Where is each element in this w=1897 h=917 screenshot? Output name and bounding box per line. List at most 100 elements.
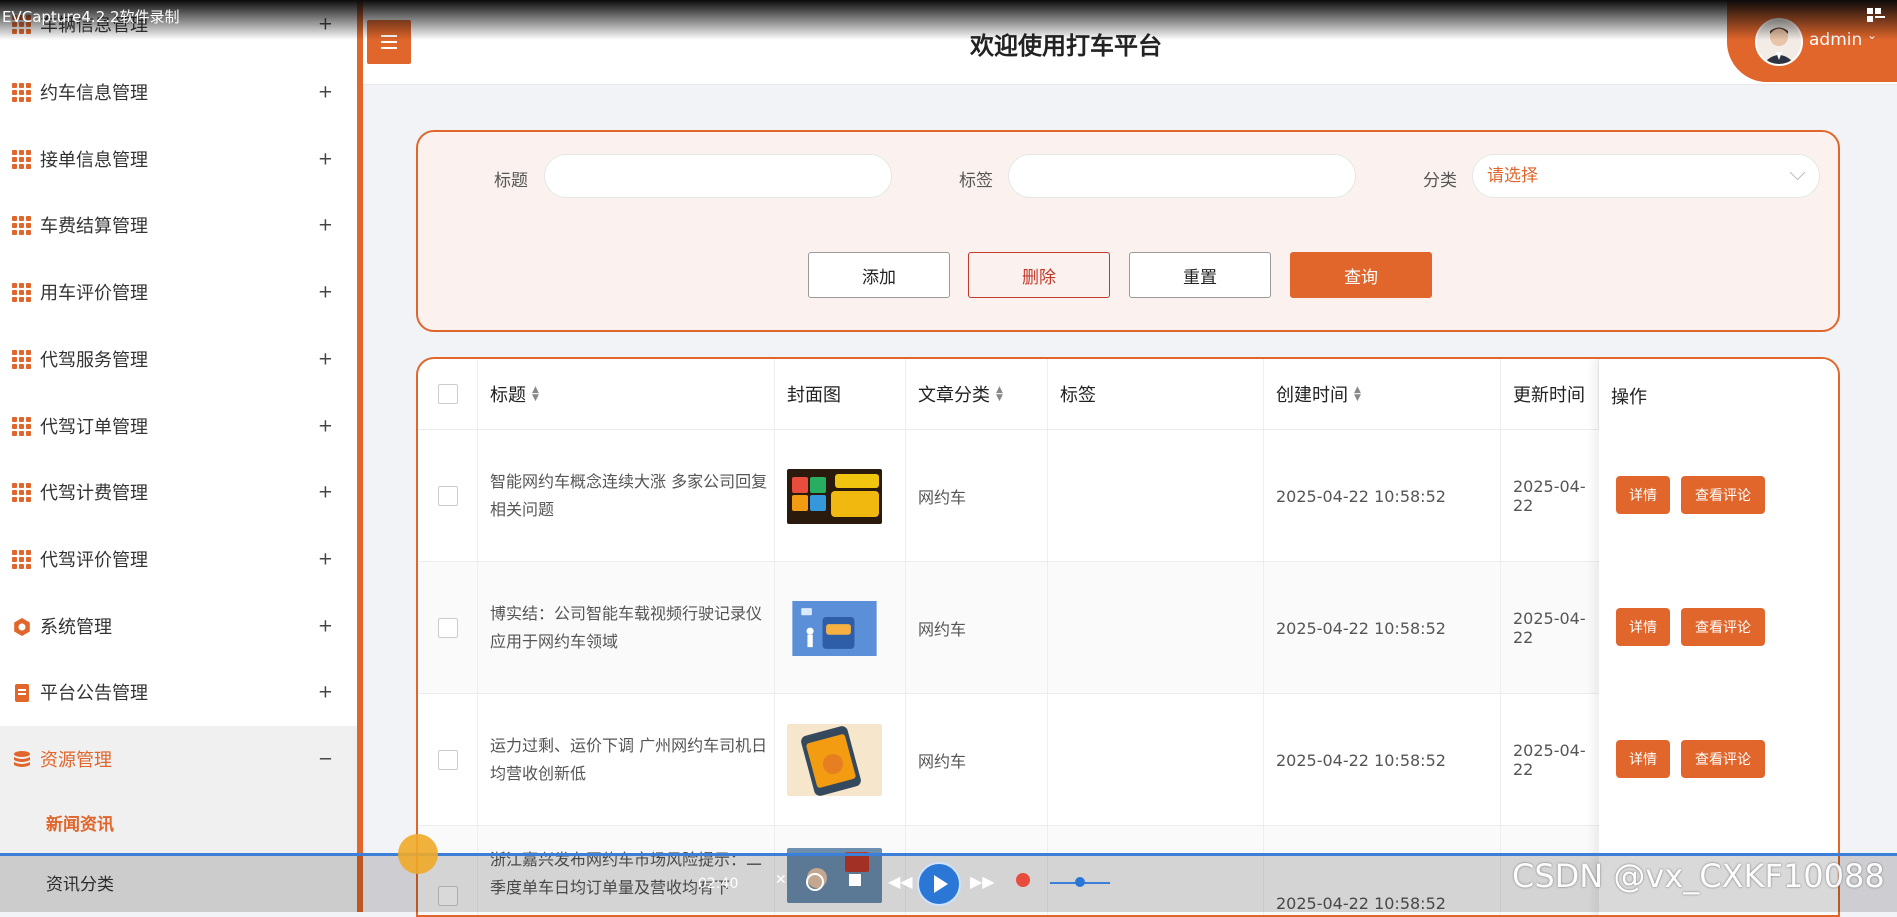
sidebar-item-ride-review[interactable]: 用车评价管理 + — [0, 259, 357, 325]
tag-cell — [1048, 430, 1264, 562]
stop-icon[interactable] — [849, 874, 861, 886]
column-label: 创建时间 — [1276, 385, 1348, 406]
column-header-cover: 封面图 — [775, 359, 906, 429]
delete-button[interactable]: 删除 — [968, 252, 1110, 298]
expand-icon[interactable]: + — [318, 215, 333, 236]
created-cell: 2025-04-22 10:58:52 — [1264, 562, 1501, 694]
tag-search-input[interactable] — [1008, 154, 1356, 198]
cover-cell — [775, 694, 906, 826]
volume-knob[interactable] — [1075, 877, 1085, 887]
sidebar-item-driver-pricing[interactable]: 代驾计费管理 + — [0, 459, 357, 525]
expand-icon[interactable]: + — [318, 416, 333, 437]
fast-forward-icon[interactable]: ▶▶ — [970, 872, 995, 891]
expand-icon[interactable]: + — [318, 616, 333, 637]
sidebar-item-label: 用车评价管理 — [40, 283, 148, 304]
document-icon — [12, 683, 32, 702]
sidebar-item-label: 约车信息管理 — [40, 83, 148, 104]
category-select[interactable]: 请选择 — [1472, 154, 1820, 198]
page-title: 欢迎使用打车平台 — [970, 32, 1162, 60]
row-checkbox[interactable] — [437, 750, 458, 770]
article-title: 博实结：公司智能车载视频行驶记录仪应用于网约车领域 — [490, 604, 763, 651]
updated-cell: 2025-04-22 — [1513, 609, 1586, 647]
sidebar-item-label: 代驾订单管理 — [40, 417, 148, 438]
sort-icon[interactable]: ▲ ▼ — [996, 386, 1003, 403]
grid-icon — [12, 216, 32, 235]
category-filter-label: 分类 — [1423, 171, 1457, 191]
chevron-down-icon — [1789, 164, 1806, 181]
submenu-item-news[interactable]: 新闻资讯 — [0, 792, 357, 852]
view-comments-button[interactable]: 查看评论 — [1681, 740, 1765, 778]
sidebar-item-label: 代驾计费管理 — [40, 483, 148, 504]
sidebar-item-fare-settlement[interactable]: 车费结算管理 + — [0, 192, 357, 258]
grid-icon — [12, 550, 32, 569]
detail-button[interactable]: 详情 — [1616, 740, 1670, 778]
expand-icon[interactable]: + — [318, 482, 333, 503]
column-header-created[interactable]: 创建时间 ▲ ▼ — [1264, 359, 1501, 429]
detail-button[interactable]: 详情 — [1616, 608, 1670, 646]
column-header-title[interactable]: 标题 ▲ ▼ — [478, 359, 775, 429]
reset-button[interactable]: 重置 — [1129, 252, 1271, 298]
category-select-value: 请选择 — [1487, 166, 1538, 186]
sort-icon[interactable]: ▲ ▼ — [532, 386, 539, 403]
add-button[interactable]: 添加 — [808, 252, 950, 298]
column-header-updated[interactable]: 更新时间 — [1501, 359, 1599, 429]
view-comments-button[interactable]: 查看评论 — [1681, 476, 1765, 514]
search-panel: 标题 标签 分类 请选择 添加 删除 重置 查询 — [416, 130, 1840, 332]
expand-icon[interactable]: + — [318, 682, 333, 703]
select-all-checkbox[interactable] — [437, 384, 458, 404]
menu-toggle-button[interactable] — [367, 20, 411, 64]
gear-icon — [12, 617, 32, 636]
grid-icon — [12, 283, 32, 302]
updated-cell: 2025-04-22 — [1513, 477, 1586, 515]
expand-icon[interactable]: + — [318, 282, 333, 303]
column-header-tag: 标签 — [1048, 359, 1264, 429]
grid-icon — [12, 83, 32, 102]
tag-cell — [1048, 562, 1264, 694]
timer-icon[interactable] — [806, 873, 824, 891]
category-cell: 网约车 — [906, 562, 1048, 694]
column-header-category[interactable]: 文章分类 ▲ ▼ — [906, 359, 1048, 429]
cover-image[interactable] — [787, 724, 882, 796]
title-search-input[interactable] — [544, 154, 892, 198]
sidebar-item-driver-review[interactable]: 代驾评价管理 + — [0, 526, 357, 592]
column-label: 标题 — [490, 385, 526, 406]
expand-icon[interactable]: + — [318, 14, 333, 35]
play-button[interactable] — [917, 862, 961, 906]
grid-icon — [12, 150, 32, 169]
sidebar-item-resources[interactable]: 资源管理 − — [0, 726, 357, 792]
capture-grid-icon[interactable] — [1867, 8, 1885, 24]
sidebar-item-label: 接单信息管理 — [40, 150, 148, 171]
rewind-icon[interactable]: ◀◀ — [888, 872, 913, 891]
sort-icon[interactable]: ▲ ▼ — [1354, 386, 1361, 403]
row-checkbox[interactable] — [437, 618, 458, 638]
capture-title: EVCapture4.2.2软件录制 — [2, 8, 180, 26]
expand-icon[interactable]: + — [318, 149, 333, 170]
expand-icon[interactable]: + — [318, 549, 333, 570]
database-icon — [12, 750, 32, 768]
expand-icon[interactable]: + — [318, 82, 333, 103]
sidebar-item-driver-orders[interactable]: 代驾订单管理 + — [0, 393, 357, 459]
select-all-header — [418, 359, 478, 429]
detail-button[interactable]: 详情 — [1616, 476, 1670, 514]
expand-icon[interactable]: + — [318, 349, 333, 370]
query-button[interactable]: 查询 — [1290, 252, 1432, 298]
sidebar-item-announcement[interactable]: 平台公告管理 + — [0, 659, 357, 725]
sidebar-item-driver-service[interactable]: 代驾服务管理 + — [0, 326, 357, 392]
view-comments-button[interactable]: 查看评论 — [1681, 608, 1765, 646]
article-title: 智能网约车概念连续大涨 多家公司回复相关问题 — [490, 472, 768, 519]
sidebar-item-order-accept[interactable]: 接单信息管理 + — [0, 126, 357, 192]
news-table: 标题 ▲ ▼ 封面图 文章分类 ▲ ▼ 标签 创建时间 ▲ ▼ 更新时间 智能网约车概… — [416, 357, 1840, 917]
column-label: 文章分类 — [918, 385, 990, 406]
play-icon — [934, 875, 948, 893]
sidebar-item-system[interactable]: 系统管理 + — [0, 593, 357, 659]
tag-filter-label: 标签 — [959, 171, 993, 191]
collapse-icon[interactable]: − — [318, 749, 333, 770]
row-select-cell — [418, 694, 478, 826]
sidebar-item-label: 代驾服务管理 — [40, 350, 148, 371]
row-checkbox[interactable] — [437, 486, 458, 506]
mute-icon[interactable] — [1016, 873, 1030, 887]
cover-image[interactable] — [787, 600, 882, 656]
cover-image[interactable] — [787, 468, 882, 524]
sidebar-item-booking-info[interactable]: 约车信息管理 + — [0, 59, 357, 125]
shuffle-icon[interactable]: ✕ — [775, 872, 791, 888]
